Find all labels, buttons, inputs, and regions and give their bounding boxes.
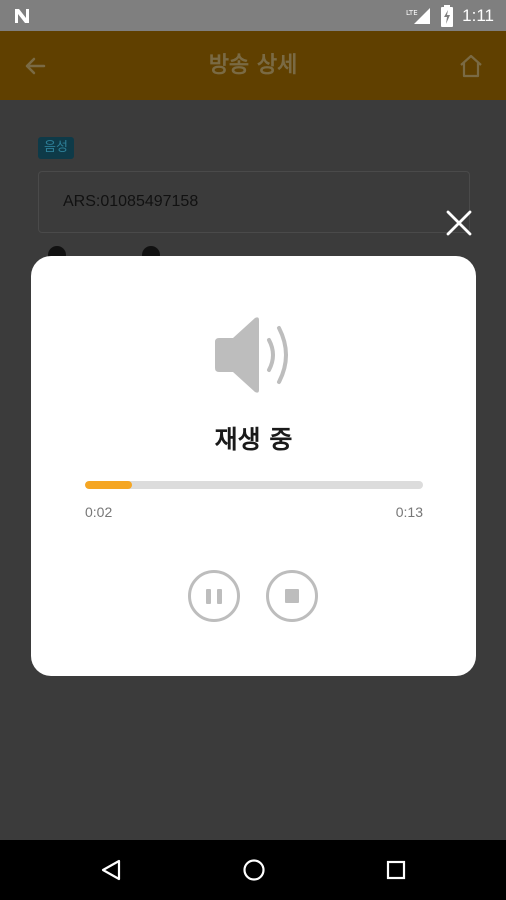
lte-signal-icon: LTE [406,7,431,24]
page-title: 방송 상세 [208,53,298,78]
pause-button[interactable] [188,570,240,622]
clock: 1:11 [462,5,494,25]
playback-dialog: 재생 중 0:02 0:13 [31,256,476,676]
system-nav-bar [0,840,506,900]
app-bar: 방송 상세 [0,31,506,100]
progress-fill [85,481,133,489]
home-icon[interactable] [456,51,486,81]
ars-number: ARS:01085497158 [63,193,199,210]
notification-n-icon [15,9,29,23]
close-icon[interactable] [444,208,474,238]
speaker-icon [215,317,288,393]
type-badge: 음성 [38,137,74,159]
ars-box: ARS:01085497158 [38,171,470,233]
back-triangle-icon[interactable] [99,858,123,882]
svg-text:LTE: LTE [406,9,418,17]
home-circle-icon[interactable] [242,858,266,882]
playback-status: 재생 중 [214,425,293,454]
progress-bar[interactable] [85,481,423,489]
current-time: 0:02 [85,504,113,520]
stop-icon [285,589,299,603]
battery-charging-icon [441,4,454,27]
recents-square-icon[interactable] [384,858,408,882]
stop-button[interactable] [266,570,318,622]
status-bar: LTE 1:11 [0,0,506,31]
total-time: 0:13 [395,504,423,520]
